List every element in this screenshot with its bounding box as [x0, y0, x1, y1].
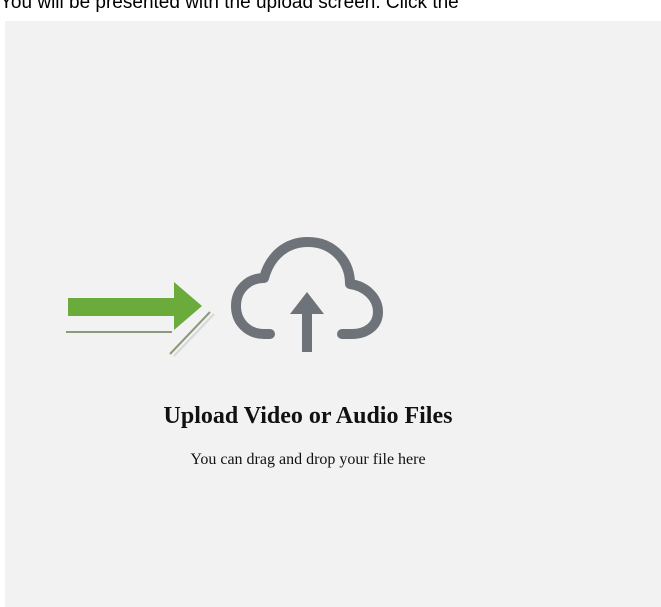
- cloud-upload-icon: [231, 237, 383, 352]
- instruction-caption: You will be presented with the upload sc…: [0, 0, 459, 13]
- pointer-arrow-icon: [66, 282, 215, 357]
- upload-title: Upload Video or Audio Files: [163, 403, 453, 429]
- upload-subtitle: You can drag and drop your file here: [190, 451, 426, 468]
